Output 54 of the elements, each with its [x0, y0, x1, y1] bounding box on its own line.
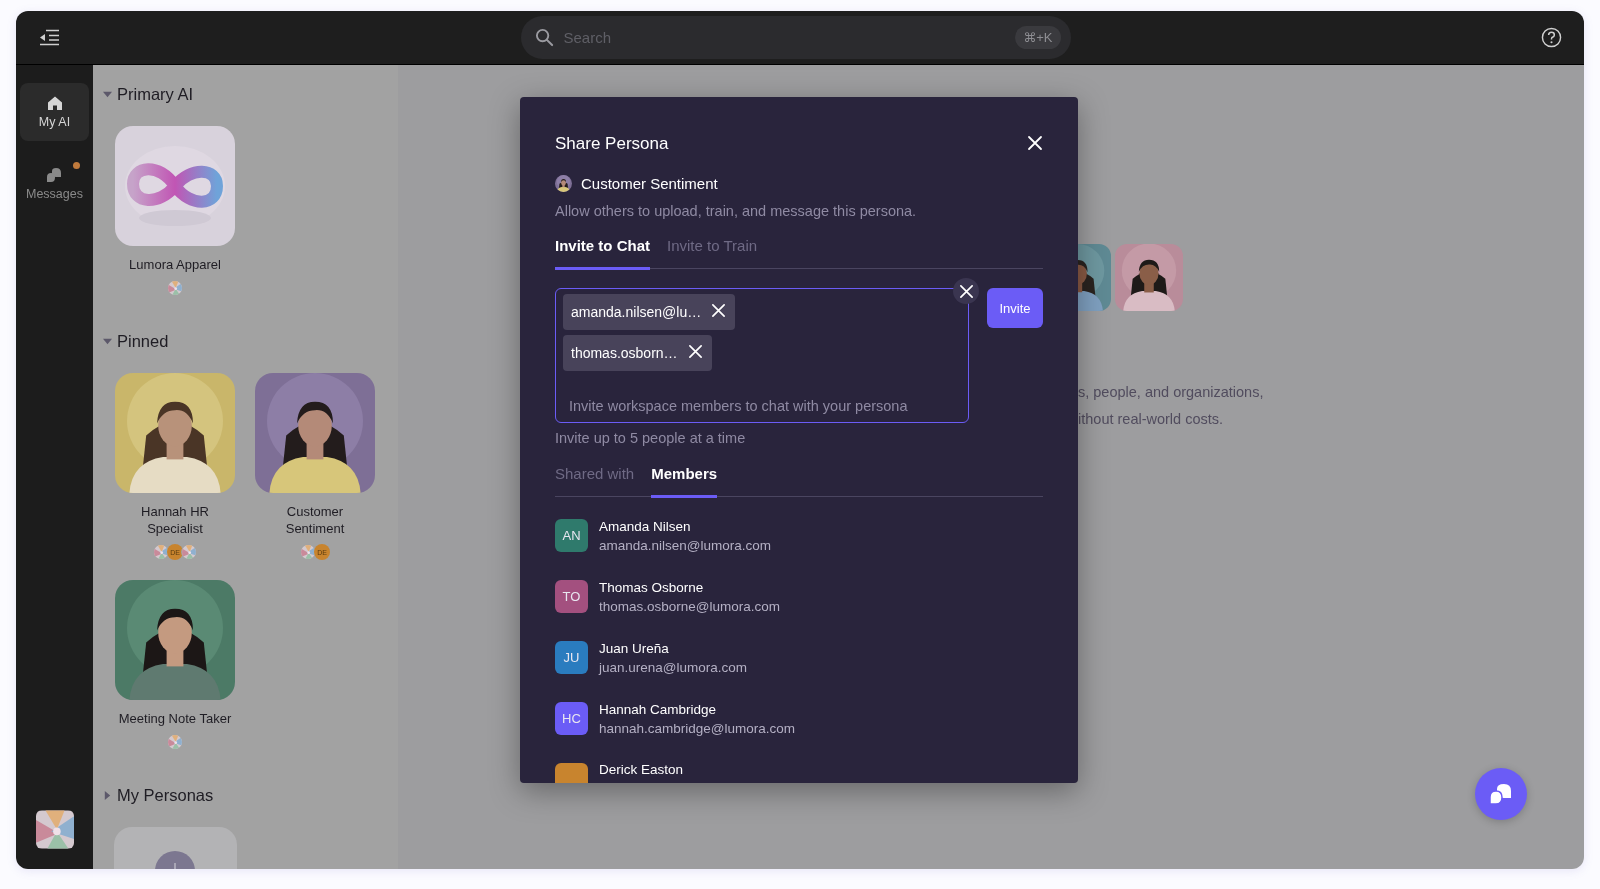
- close-icon: [711, 303, 727, 318]
- member-name: Amanda Nilsen: [599, 517, 692, 536]
- nav-label: Messages: [26, 187, 83, 201]
- member-name: Derick Easton: [599, 761, 684, 779]
- caret-right-icon[interactable]: [103, 790, 112, 800]
- member-email: amanda.nilsen@lumora.com: [599, 536, 772, 555]
- description: Allow others to upload, train, and message this persona.: [555, 202, 918, 220]
- caret-down-icon[interactable]: [103, 336, 112, 346]
- member-email: juan.urena@lumora.com: [599, 658, 748, 677]
- persona-name[interactable]: Lumora Apparel: [117, 256, 233, 273]
- menu-icon[interactable]: [39, 29, 60, 46]
- help-icon[interactable]: [1541, 27, 1562, 48]
- persona-name: Customer Sentiment: [581, 175, 718, 192]
- member-name: Juan Ureña: [599, 639, 670, 658]
- shortcut-hint: ⌘+K: [1015, 26, 1061, 49]
- nav-item[interactable]: Messages: [20, 161, 89, 207]
- email-address: thomas.osborn…: [571, 345, 678, 361]
- close-icon: [1027, 134, 1043, 151]
- member-avatar: AN: [555, 519, 588, 552]
- member-name: Hannah Cambridge: [599, 700, 718, 719]
- member-avatar: JU: [555, 641, 588, 674]
- close-icon: [958, 283, 974, 299]
- search-field[interactable]: Search ⌘+K: [520, 16, 1071, 59]
- tab[interactable]: Invite to Chat: [555, 236, 650, 270]
- clear-button[interactable]: [953, 278, 979, 304]
- body-text: s, people, and organizations,: [1078, 383, 1265, 402]
- caret-down-icon[interactable]: [103, 89, 112, 99]
- tab[interactable]: Members: [651, 464, 718, 498]
- member-name: Thomas Osborne: [599, 578, 705, 597]
- search-icon: [534, 28, 554, 47]
- home-icon: [46, 95, 63, 111]
- chat-icon: [46, 167, 63, 183]
- body-text: ithout real-world costs.: [1078, 410, 1225, 429]
- section-title: Pinned: [117, 331, 169, 351]
- search-input[interactable]: Search: [561, 28, 1008, 47]
- nav-label: My AI: [38, 115, 71, 129]
- member-avatar: HC: [555, 702, 588, 735]
- member-email: thomas.osborne@lumora.com: [599, 597, 781, 616]
- hint-text: Invite up to 5 people at a time: [555, 429, 747, 447]
- invite-button[interactable]: Invite: [987, 288, 1043, 328]
- persona-name[interactable]: Meeting Note Taker: [117, 710, 233, 727]
- email-address: amanda.nilsen@lu…: [571, 304, 702, 320]
- section-title: My Personas: [117, 785, 214, 805]
- recipients-field[interactable]: amanda.nilsen@lu… thomas.osborn… Invite workspace members to chat with your persona: [555, 288, 969, 423]
- member-email: hannah.cambridge@lumora.com: [599, 719, 796, 738]
- persona-name[interactable]: Hannah HR Specialist: [117, 503, 233, 537]
- section-title: Primary AI: [117, 84, 194, 104]
- chat-icon: [1488, 782, 1514, 806]
- close-icon: [687, 344, 703, 359]
- nav-item[interactable]: My AI: [20, 83, 89, 141]
- dialog-title: Share Persona: [555, 134, 669, 154]
- persona-name[interactable]: Customer Sentiment: [257, 503, 373, 537]
- member-avatar: TO: [555, 580, 588, 613]
- invite-input[interactable]: Invite workspace members to chat with your persona: [563, 398, 967, 414]
